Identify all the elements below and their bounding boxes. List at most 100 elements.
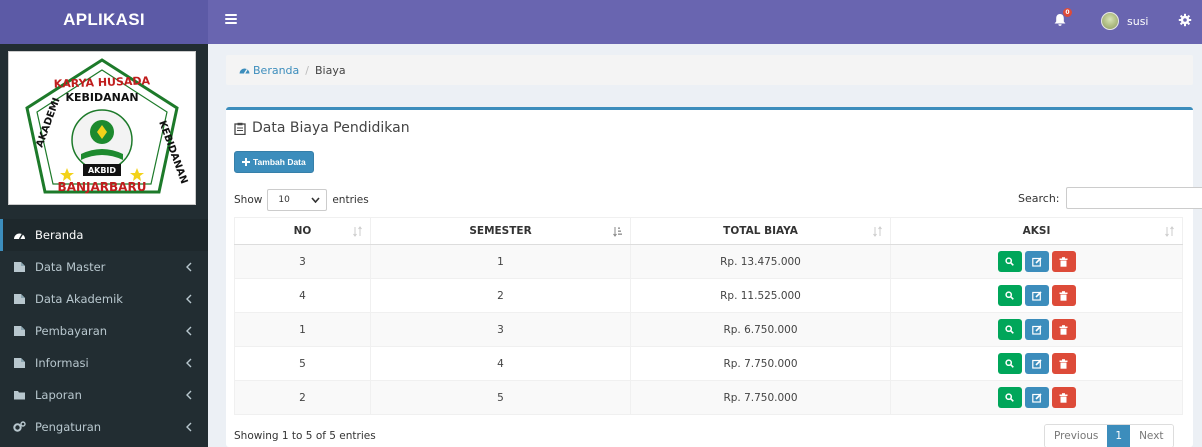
column-header-label: SEMESTER	[469, 225, 532, 237]
breadcrumb-home-link[interactable]: Beranda	[239, 64, 299, 77]
view-button[interactable]	[997, 353, 1022, 374]
sidebar: KARYA HUSADA KEBIDANAN AKADEMI KEBIDANAN…	[0, 44, 208, 447]
delete-button[interactable]	[1051, 387, 1076, 408]
entries-value: 10	[278, 195, 290, 205]
folder-icon	[14, 391, 25, 400]
column-header-label: TOTAL BIAYA	[723, 225, 798, 237]
column-header-semester[interactable]: SEMESTER	[370, 217, 631, 245]
breadcrumb-current: Biaya	[315, 63, 346, 77]
view-button[interactable]	[997, 251, 1022, 272]
add-data-button[interactable]: Tambah Data	[234, 151, 314, 173]
edit-icon	[1031, 256, 1042, 267]
sidebar-item-label: Data Master	[35, 260, 106, 274]
sidebar-item-label: Pembayaran	[35, 324, 108, 338]
delete-button[interactable]	[1051, 251, 1076, 272]
page-title-text: Data Biaya Pendidikan	[252, 120, 410, 136]
cell-semester: 5	[370, 380, 631, 415]
search-control: Search:	[1018, 187, 1202, 209]
column-header-label: AKSI	[1022, 225, 1051, 237]
table-row: 1 3 Rp. 6.750.000	[234, 312, 1183, 347]
cell-semester: 2	[370, 278, 631, 313]
cell-total-biaya: Rp. 11.525.000	[630, 278, 891, 313]
column-header-total-biaya[interactable]: TOTAL BIAYA	[630, 217, 891, 245]
delete-button[interactable]	[1051, 319, 1076, 340]
chevron-left-icon	[186, 390, 192, 400]
edit-icon	[1031, 392, 1042, 403]
user-name: susi	[1127, 14, 1149, 28]
plus-icon	[242, 158, 250, 166]
sidebar-toggle-icon[interactable]	[225, 14, 237, 24]
delete-button[interactable]	[1051, 353, 1076, 374]
table-row: 3 1 Rp. 13.475.000	[234, 244, 1183, 279]
svg-text:AKBID: AKBID	[88, 166, 116, 175]
chevron-left-icon	[186, 262, 192, 272]
file-icon	[14, 294, 25, 304]
data-table: NO SEMESTER TOTAL BIAYA AKSI 3 1 Rp. 13.…	[234, 217, 1183, 415]
edit-button[interactable]	[1024, 285, 1049, 306]
sidebar-item-pengaturan[interactable]: Pengaturan	[0, 411, 208, 443]
edit-button[interactable]	[1024, 387, 1049, 408]
cell-no: 5	[234, 346, 371, 381]
clipboard-icon	[234, 122, 246, 135]
sidebar-item-beranda[interactable]: Beranda	[0, 219, 208, 251]
sidebar-menu: Beranda Data Master Data Akademik Pembay…	[0, 219, 208, 443]
sort-icon	[1165, 226, 1174, 237]
cell-total-biaya: Rp. 7.750.000	[630, 346, 891, 381]
edit-button[interactable]	[1024, 251, 1049, 272]
chevron-left-icon	[186, 422, 192, 432]
page-1-button[interactable]: 1	[1107, 425, 1131, 447]
sidebar-item-informasi[interactable]: Informasi	[0, 347, 208, 379]
pagination: Previous 1 Next	[1044, 424, 1174, 447]
app-title[interactable]: APLIKASI	[0, 0, 208, 44]
previous-button[interactable]: Previous	[1045, 425, 1108, 447]
logo-emblem: KARYA HUSADA KEBIDANAN AKADEMI KEBIDANAN…	[25, 58, 189, 194]
cell-actions	[890, 346, 1183, 381]
cell-no: 2	[234, 380, 371, 415]
edit-button[interactable]	[1024, 319, 1049, 340]
search-icon	[1005, 257, 1014, 266]
cell-no: 1	[234, 312, 371, 347]
table-info: Showing 1 to 5 of 5 entries	[234, 430, 376, 442]
top-navbar: 0 susi	[208, 0, 1202, 44]
edit-icon	[1031, 358, 1042, 369]
gear-icon[interactable]	[1178, 13, 1192, 27]
cell-actions	[890, 244, 1183, 279]
sidebar-item-label: Beranda	[35, 228, 84, 242]
sidebar-item-laporan[interactable]: Laporan	[0, 379, 208, 411]
chevron-left-icon	[186, 358, 192, 368]
search-input[interactable]	[1065, 187, 1202, 209]
page-title: Data Biaya Pendidikan	[234, 120, 410, 136]
sidebar-item-pembayaran[interactable]: Pembayaran	[0, 315, 208, 347]
breadcrumb-home-label: Beranda	[253, 63, 300, 77]
sort-icon	[873, 226, 882, 237]
search-icon	[1005, 325, 1014, 334]
cell-no: 3	[234, 244, 371, 279]
trash-icon	[1059, 256, 1068, 267]
trash-icon	[1059, 290, 1068, 301]
table-row: 5 4 Rp. 7.750.000	[234, 346, 1183, 381]
view-button[interactable]	[997, 319, 1022, 340]
sidebar-item-data-akademik[interactable]: Data Akademik	[0, 283, 208, 315]
delete-button[interactable]	[1051, 285, 1076, 306]
sidebar-item-data-master[interactable]: Data Master	[0, 251, 208, 283]
view-button[interactable]	[997, 285, 1022, 306]
cell-total-biaya: Rp. 13.475.000	[630, 244, 891, 279]
cell-total-biaya: Rp. 6.750.000	[630, 312, 891, 347]
notification-badge: 0	[1063, 8, 1072, 17]
avatar	[1101, 12, 1119, 30]
trash-icon	[1059, 392, 1068, 403]
view-button[interactable]	[997, 387, 1022, 408]
cell-semester: 4	[370, 346, 631, 381]
user-menu[interactable]: susi	[1101, 10, 1149, 32]
notification-bell[interactable]: 0	[1051, 8, 1073, 31]
table-row: 2 5 Rp. 7.750.000	[234, 380, 1183, 415]
column-header-aksi[interactable]: AKSI	[890, 217, 1183, 245]
next-button[interactable]: Next	[1130, 425, 1173, 447]
entries-select[interactable]: 10	[267, 189, 328, 211]
column-header-no[interactable]: NO	[234, 217, 371, 245]
edit-button[interactable]	[1024, 353, 1049, 374]
svg-text:BANJARBARU: BANJARBARU	[58, 180, 147, 194]
cell-total-biaya: Rp. 7.750.000	[630, 380, 891, 415]
institution-logo: KARYA HUSADA KEBIDANAN AKADEMI KEBIDANAN…	[8, 51, 196, 205]
dashboard-icon	[239, 68, 250, 74]
